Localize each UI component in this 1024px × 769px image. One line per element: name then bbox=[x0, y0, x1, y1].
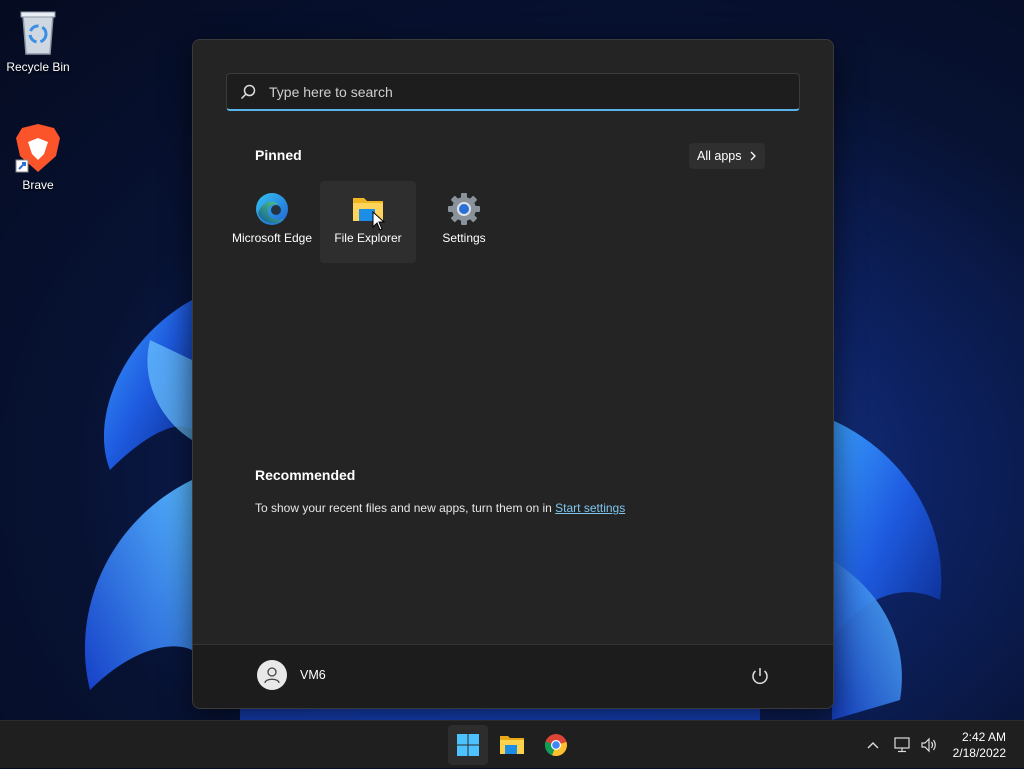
pinned-app-label: Settings bbox=[442, 231, 486, 245]
pinned-app-file-explorer[interactable]: File Explorer bbox=[320, 181, 416, 263]
windows-start-icon bbox=[457, 734, 479, 756]
taskbar-clock[interactable]: 2:42 AM 2/18/2022 bbox=[953, 729, 1006, 761]
system-tray bbox=[866, 721, 938, 769]
clock-date: 2/18/2022 bbox=[952, 746, 1006, 760]
all-apps-label: All apps bbox=[697, 149, 742, 163]
desktop-icon-label: Recycle Bin bbox=[6, 60, 70, 74]
all-apps-button[interactable]: All apps bbox=[689, 143, 766, 169]
taskbar-chrome-button[interactable] bbox=[536, 725, 576, 765]
pinned-app-label: Microsoft Edge bbox=[231, 231, 313, 245]
search-icon bbox=[240, 84, 256, 99]
start-menu: Pinned All apps Microsoft Edge File Expl… bbox=[192, 39, 834, 709]
clock-time: 2:42 AM bbox=[961, 730, 1006, 744]
start-settings-link[interactable]: Start settings bbox=[555, 501, 625, 515]
user-avatar[interactable] bbox=[257, 660, 287, 690]
folder-icon bbox=[500, 736, 524, 754]
pinned-app-label: File Explorer bbox=[334, 231, 402, 245]
chevron-right-icon bbox=[751, 151, 757, 161]
desktop-icon-label: Brave bbox=[22, 178, 54, 192]
recommended-message: To show your recent files and new apps, … bbox=[255, 501, 625, 515]
gear-icon bbox=[448, 193, 480, 225]
volume-icon[interactable] bbox=[920, 737, 938, 753]
start-footer: VM6 bbox=[193, 644, 833, 708]
power-icon[interactable] bbox=[749, 665, 771, 687]
desktop-icon-brave[interactable]: Brave bbox=[0, 122, 76, 192]
pinned-app-microsoft-edge[interactable]: Microsoft Edge bbox=[224, 181, 320, 263]
pinned-app-settings[interactable]: Settings bbox=[416, 181, 512, 263]
recycle-bin-icon bbox=[20, 11, 56, 55]
search-input[interactable] bbox=[267, 82, 771, 101]
edge-icon bbox=[256, 193, 288, 225]
taskbar-start-button[interactable] bbox=[448, 725, 488, 765]
chevron-up-icon[interactable] bbox=[866, 740, 880, 750]
chrome-icon bbox=[544, 734, 567, 757]
search-box[interactable] bbox=[226, 73, 800, 111]
brave-lion-icon bbox=[15, 124, 60, 173]
mouse-cursor-icon bbox=[372, 211, 386, 231]
pinned-title: Pinned bbox=[255, 147, 302, 163]
recommended-title: Recommended bbox=[255, 467, 356, 483]
desktop-icon-recycle-bin[interactable]: Recycle Bin bbox=[0, 8, 76, 74]
taskbar: 2:42 AM 2/18/2022 bbox=[0, 720, 1024, 768]
network-icon[interactable] bbox=[894, 737, 912, 753]
taskbar-file-explorer-button[interactable] bbox=[492, 725, 532, 765]
user-icon bbox=[264, 667, 280, 684]
user-name[interactable]: VM6 bbox=[300, 668, 326, 682]
recommended-text: To show your recent files and new apps, … bbox=[255, 501, 556, 515]
